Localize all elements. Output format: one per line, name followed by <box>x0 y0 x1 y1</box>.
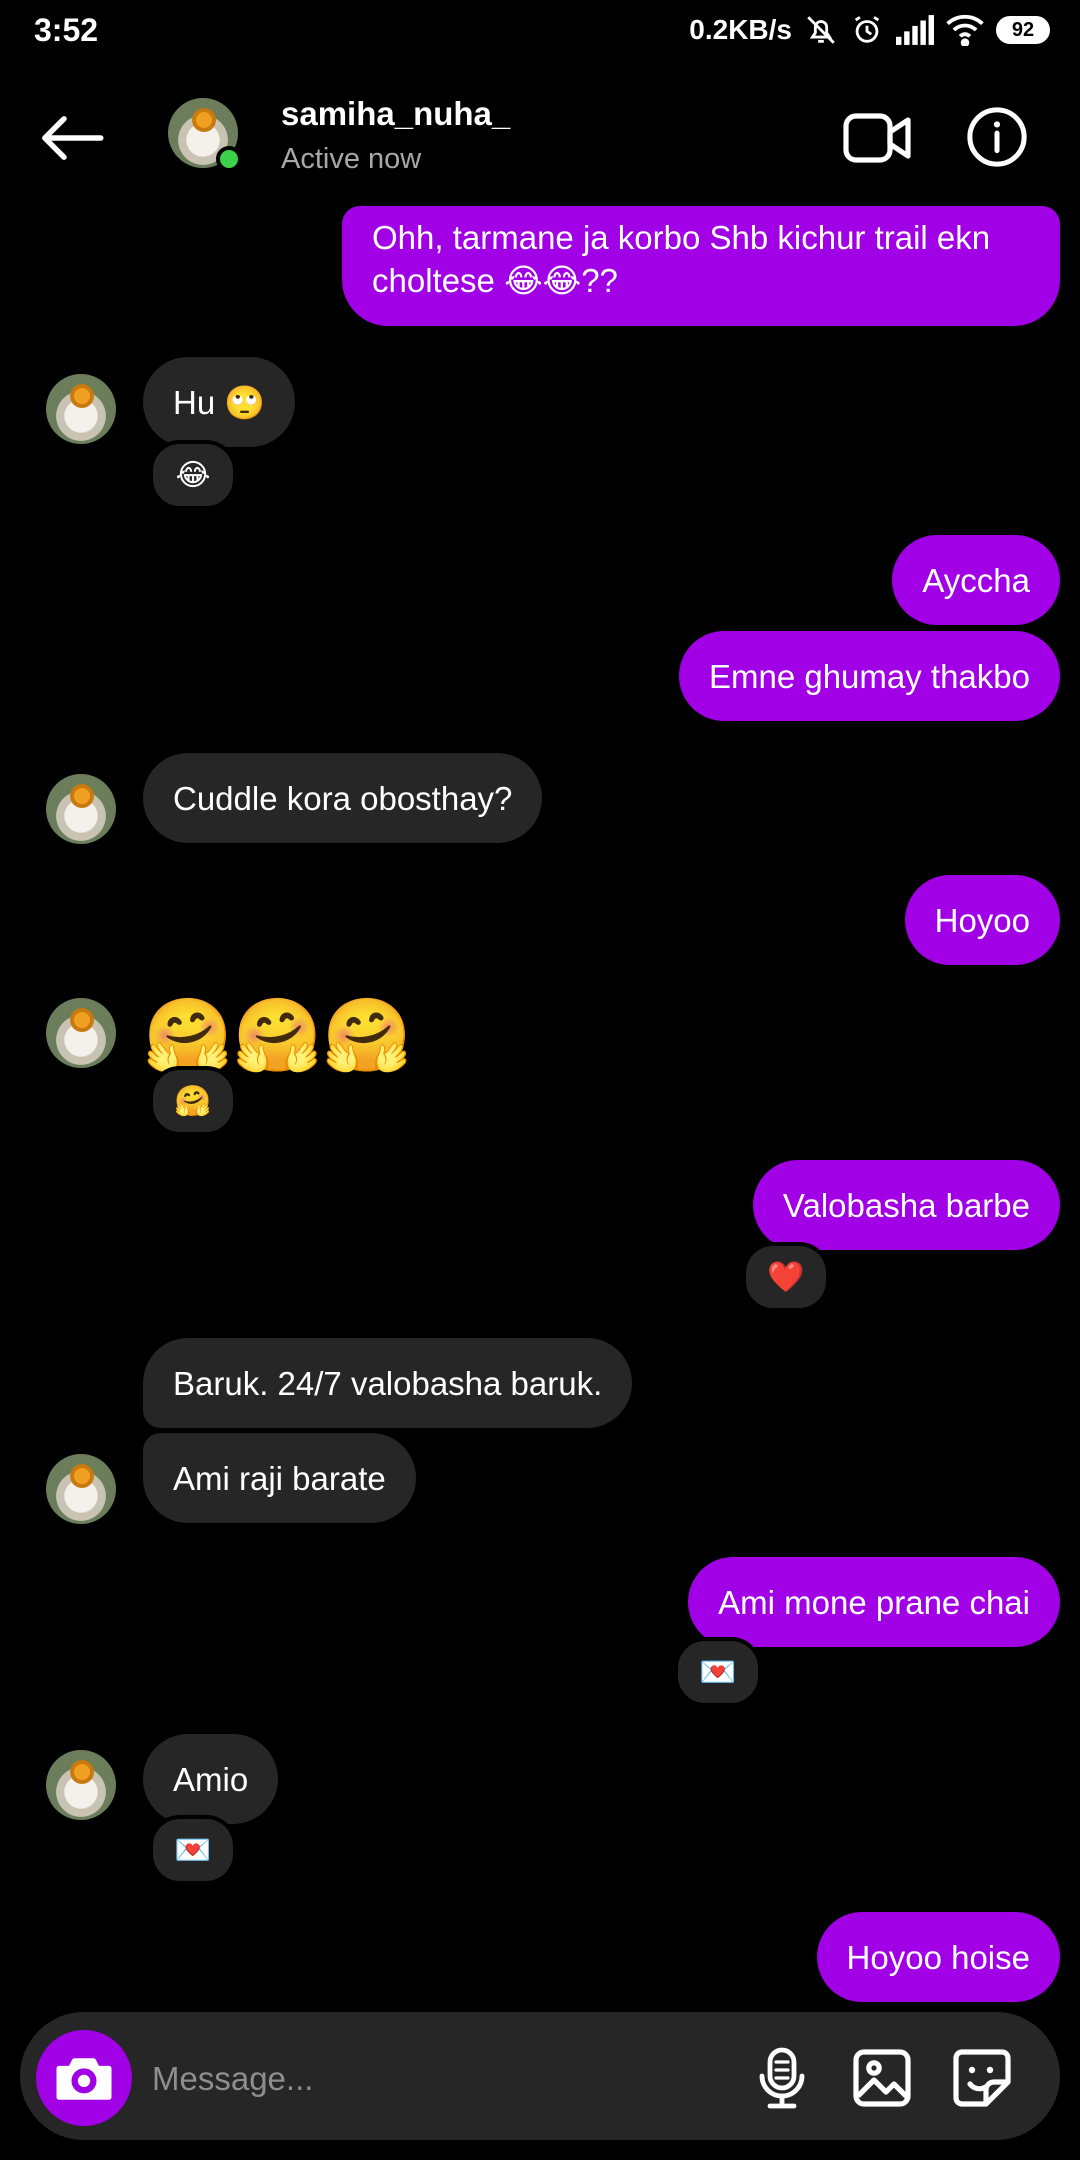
message-outgoing[interactable]: Hoyoo hoise <box>816 1912 1060 2002</box>
message-reaction[interactable]: 💌 <box>674 1637 762 1707</box>
network-speed: 0.2KB/s <box>689 14 792 45</box>
camera-icon <box>56 2058 112 2100</box>
info-button[interactable] <box>966 106 1032 172</box>
avatar-image <box>46 1454 116 1524</box>
message-incoming[interactable]: Hu 🙄 <box>143 357 296 447</box>
message-input[interactable] <box>150 2045 714 2113</box>
sender-avatar[interactable] <box>46 774 116 844</box>
info-icon <box>967 107 1027 167</box>
wifi-icon <box>946 14 984 46</box>
username[interactable]: samiha_nuha_ <box>281 95 510 133</box>
message-reaction[interactable]: 😂 <box>149 440 237 510</box>
message-reaction[interactable]: 💌 <box>149 1815 237 1885</box>
battery-indicator: 92 <box>996 16 1050 44</box>
back-arrow-icon <box>42 116 104 160</box>
message-outgoing[interactable]: Ayccha <box>892 535 1060 625</box>
sticker-icon <box>953 2049 1011 2107</box>
avatar-image <box>46 1750 116 1820</box>
alarm-icon <box>854 16 880 43</box>
sticker-button[interactable] <box>944 2040 1020 2116</box>
message-incoming[interactable]: Ami raji barate <box>143 1433 416 1523</box>
avatar-image <box>46 374 116 444</box>
message-outgoing[interactable]: Ami mone prane chai <box>688 1557 1060 1647</box>
message-outgoing[interactable]: Emne ghumay thakbo <box>678 631 1060 721</box>
voice-message-button[interactable] <box>744 2040 820 2116</box>
message-incoming[interactable]: Baruk. 24/7 valobasha baruk. <box>143 1338 633 1428</box>
avatar-image <box>46 998 116 1068</box>
message-reaction[interactable]: 🤗 <box>149 1066 237 1136</box>
message-incoming[interactable]: Amio <box>143 1734 279 1824</box>
online-indicator <box>216 146 242 172</box>
sender-avatar[interactable] <box>46 1454 116 1524</box>
sender-avatar[interactable] <box>46 1750 116 1820</box>
message-outgoing[interactable]: Valobasha barbe <box>752 1160 1060 1250</box>
microphone-icon <box>759 2047 805 2109</box>
message-text-line: Ohh, tarmane ja korbo Shb kichur trail e… <box>372 219 991 256</box>
message-reaction[interactable]: ❤️ <box>742 1242 830 1312</box>
gallery-icon <box>853 2049 911 2107</box>
status-time: 3:52 <box>34 12 99 48</box>
video-camera-icon <box>843 113 911 163</box>
status-icons: 0.2KB/s 92 <box>689 10 1050 50</box>
message-incoming[interactable]: Cuddle kora obosthay? <box>143 753 543 843</box>
camera-button[interactable] <box>36 2030 132 2126</box>
message-outgoing[interactable]: Ohh, tarmane ja korbo Shb kichur trail e… <box>342 206 1060 326</box>
avatar-image <box>46 774 116 844</box>
message-text-line: choltese 😂😂?? <box>372 262 618 299</box>
back-button[interactable] <box>34 100 110 176</box>
mute-bell-icon <box>807 16 835 44</box>
gallery-button[interactable] <box>844 2040 920 2116</box>
sender-avatar[interactable] <box>46 998 116 1068</box>
sender-avatar[interactable] <box>46 374 116 444</box>
active-status: Active now <box>281 143 422 175</box>
signal-icon <box>896 15 934 45</box>
message-outgoing[interactable]: Hoyoo <box>904 875 1060 965</box>
message-emoji[interactable]: 🤗🤗🤗 <box>143 996 412 1076</box>
video-call-button[interactable] <box>842 106 914 170</box>
